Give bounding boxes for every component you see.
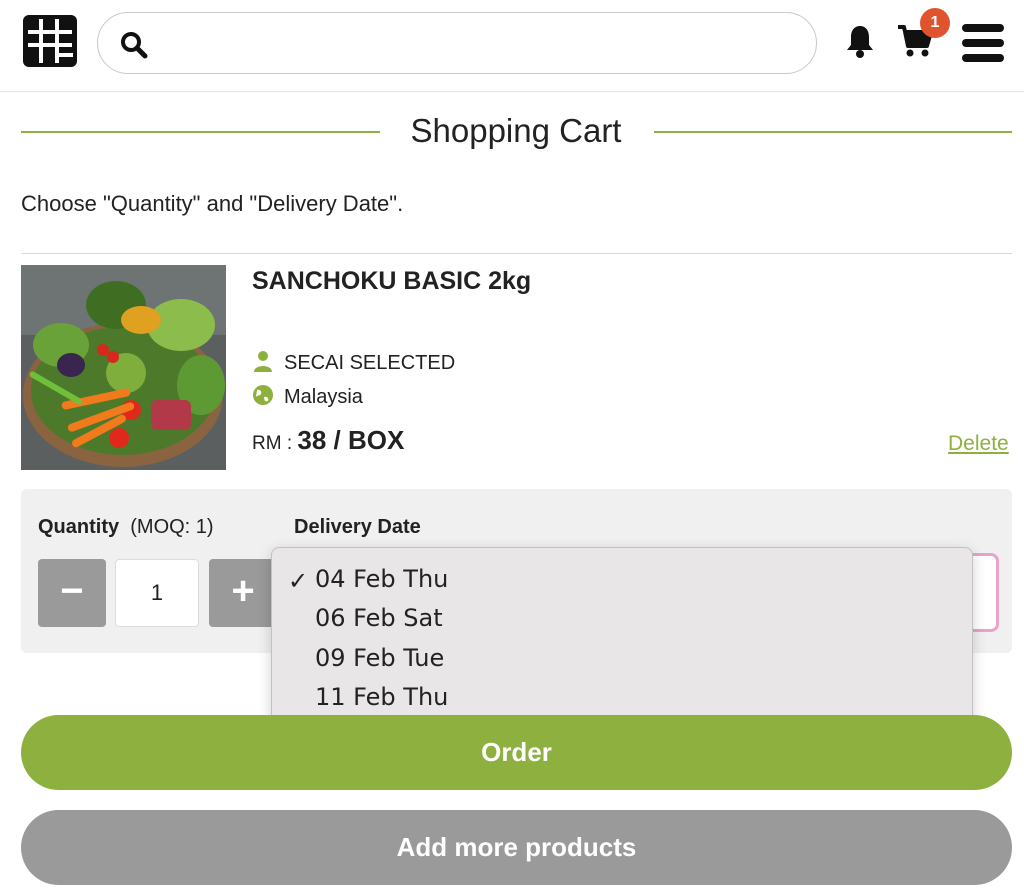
delete-link[interactable]: Delete xyxy=(948,432,1009,456)
seller-row: SECAI SELECTED xyxy=(252,350,455,375)
top-header: 1 xyxy=(0,0,1024,92)
origin-country: Malaysia xyxy=(284,386,363,408)
globe-icon xyxy=(252,384,274,406)
quantity-input[interactable]: 1 xyxy=(115,559,199,627)
price-currency: RM : xyxy=(252,433,298,454)
delivery-date-dropdown[interactable]: ✓ 04 Feb Thu 06 Feb Sat 09 Feb Tue 11 Fe… xyxy=(271,547,973,723)
hamburger-menu-icon[interactable] xyxy=(962,24,1004,62)
order-button[interactable]: Order xyxy=(21,715,1012,790)
section-divider xyxy=(21,253,1012,254)
grid-logo-icon[interactable] xyxy=(23,15,77,67)
quantity-label-text: Quantity xyxy=(38,516,120,538)
date-option[interactable]: 11 Feb Thu xyxy=(315,683,448,711)
price-amount: 38 / BOX xyxy=(297,425,405,455)
delivery-date-label: Delivery Date xyxy=(294,516,421,538)
bell-icon[interactable] xyxy=(845,24,875,58)
product-image[interactable] xyxy=(21,265,226,470)
moq-label: (MOQ: 1) xyxy=(130,516,214,538)
increment-button[interactable]: + xyxy=(209,559,277,627)
checkmark-icon: ✓ xyxy=(288,567,309,595)
instruction-text: Choose "Quantity" and "Delivery Date". xyxy=(21,191,404,216)
search-bar[interactable] xyxy=(97,12,817,74)
date-option[interactable]: 04 Feb Thu xyxy=(315,565,448,593)
person-icon xyxy=(252,350,274,372)
date-option[interactable]: 06 Feb Sat xyxy=(315,604,443,632)
product-price: RM : 38 / BOX xyxy=(252,425,404,456)
page-title: Shopping Cart xyxy=(410,112,622,149)
date-option[interactable]: 09 Feb Tue xyxy=(315,644,444,672)
search-icon[interactable] xyxy=(120,31,148,59)
decrement-button[interactable]: − xyxy=(38,559,106,627)
add-more-products-button[interactable]: Add more products xyxy=(21,810,1012,885)
seller-name: SECAI SELECTED xyxy=(284,352,456,374)
cart-count-badge: 1 xyxy=(920,8,950,38)
origin-row: Malaysia xyxy=(252,384,363,409)
search-input[interactable] xyxy=(160,25,790,61)
product-name[interactable]: SANCHOKU BASIC 2kg xyxy=(252,267,531,296)
quantity-label: Quantity (MOQ: 1) xyxy=(38,516,214,539)
